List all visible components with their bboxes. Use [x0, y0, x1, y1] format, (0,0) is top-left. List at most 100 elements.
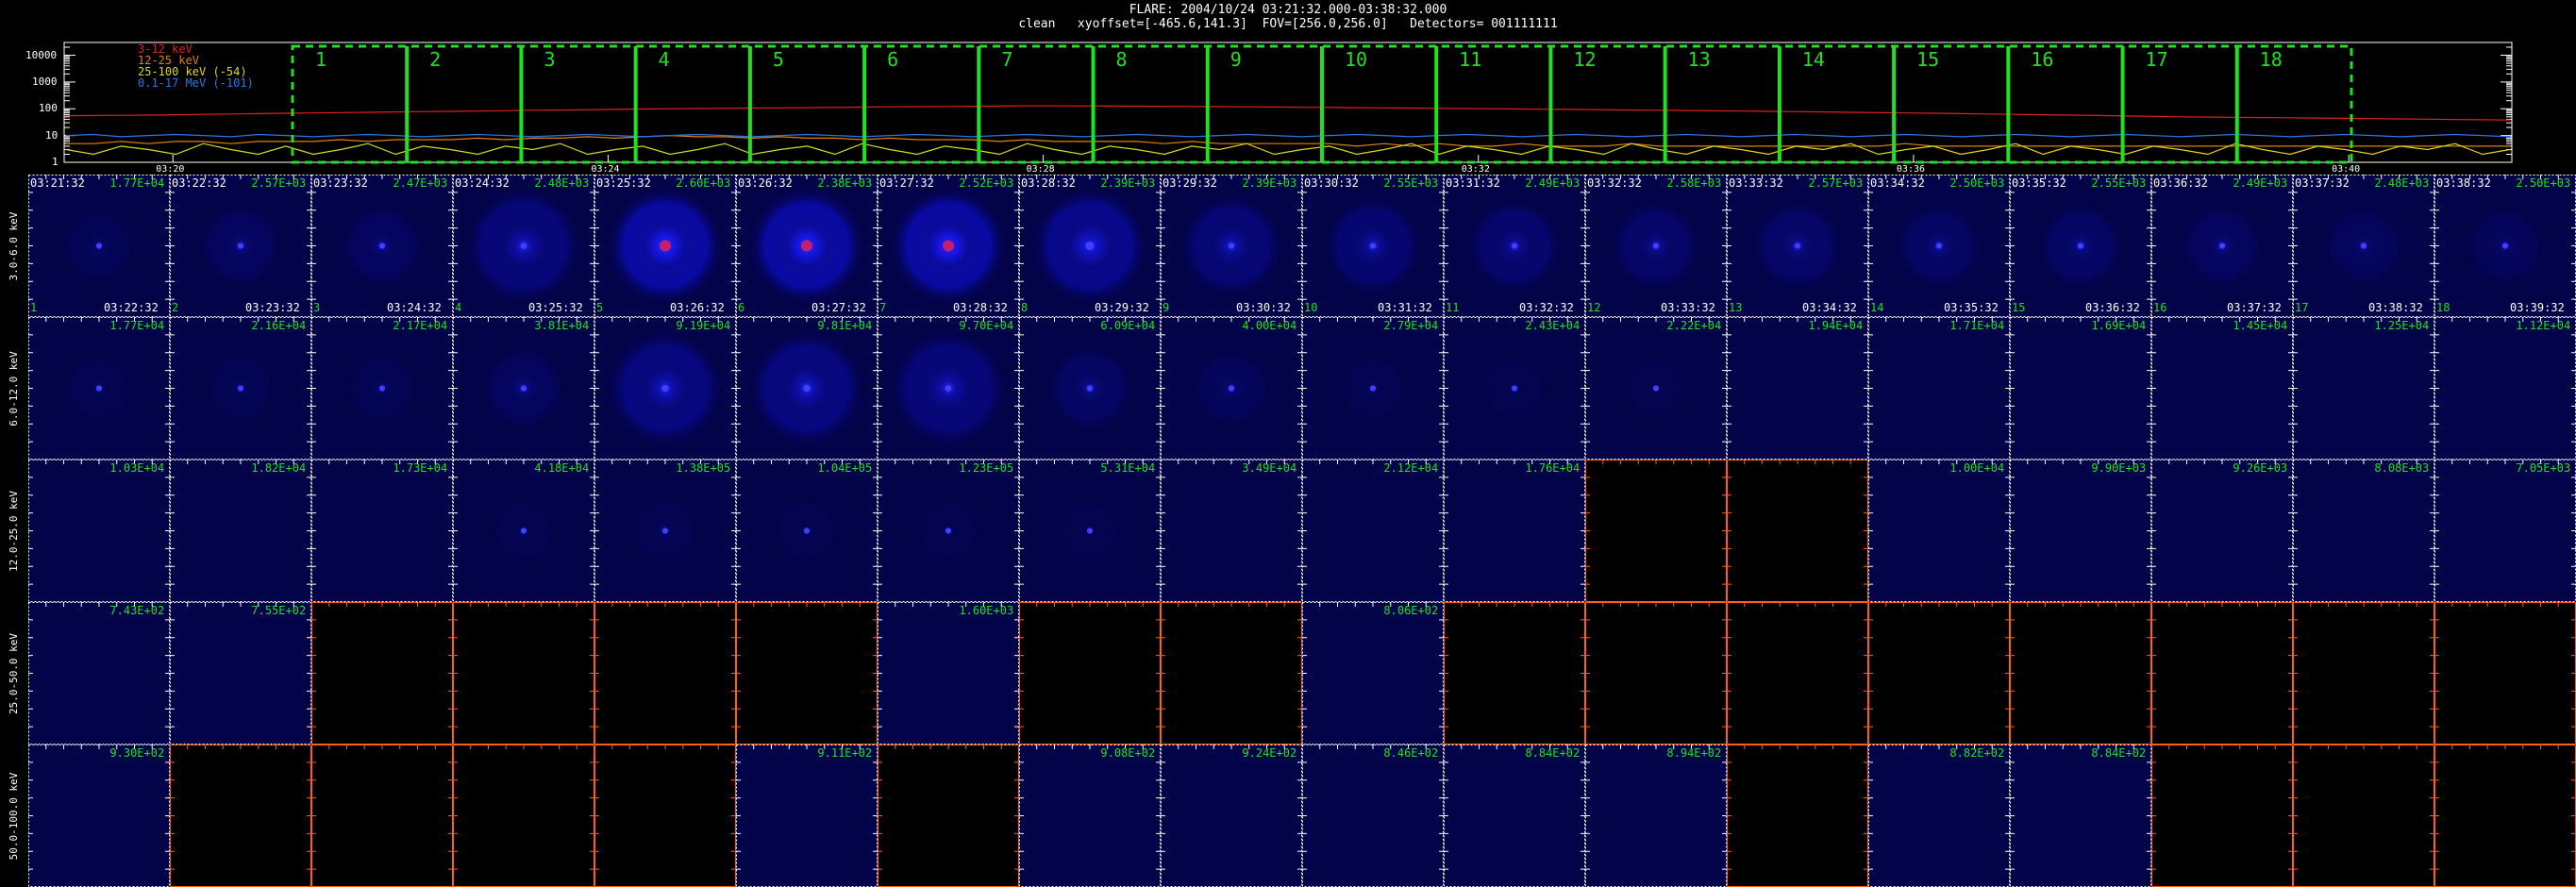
cell-max-value: 9.81E+04 — [817, 319, 873, 332]
image-cell — [2151, 745, 2293, 887]
image-cell — [1868, 602, 2010, 745]
source-core — [1229, 243, 1234, 249]
cell-max-value: 1.77E+04 — [109, 319, 165, 332]
cell-interval-number: 17 — [2295, 301, 2309, 314]
cell-max-value: 4.18E+04 — [534, 461, 590, 475]
cell-max-value: 1.04E+05 — [817, 461, 873, 475]
image-cell — [311, 460, 453, 602]
source-core — [1653, 385, 1659, 392]
source-core — [660, 240, 671, 252]
image-cell — [594, 745, 736, 887]
source-core — [379, 243, 385, 249]
cell-max-value: 4.00E+04 — [1242, 319, 1297, 332]
cell-start-time: 03:25:32 — [596, 176, 651, 190]
source-core — [661, 384, 669, 393]
image-cell — [170, 745, 311, 887]
source-core — [945, 385, 952, 392]
image-cell — [170, 460, 311, 602]
image-cell — [1161, 460, 1302, 602]
cell-max-value: 9.11E+02 — [817, 746, 873, 760]
image-cell — [2434, 460, 2576, 602]
cell-max-value: 2.48E+03 — [2374, 176, 2430, 190]
cell-end-time: 03:39:32 — [2510, 301, 2565, 314]
image-cell — [1585, 745, 1727, 887]
cell-max-value: 3.81E+04 — [534, 319, 590, 332]
image-cell — [1868, 317, 2010, 460]
cell-interval-number: 18 — [2436, 301, 2451, 314]
cell-end-time: 03:38:32 — [2368, 301, 2423, 314]
source-core — [1370, 243, 1376, 249]
cell-end-time: 03:26:32 — [670, 301, 725, 314]
cell-interval-number: 6 — [738, 301, 745, 314]
cell-max-value: 1.03E+04 — [109, 461, 165, 475]
cell-max-value: 1.82E+04 — [251, 461, 307, 475]
cell-interval-number: 7 — [879, 301, 887, 314]
cell-interval-number: 8 — [1021, 301, 1029, 314]
image-cell — [1302, 460, 1444, 602]
cell-max-value: 3.49E+04 — [1242, 461, 1297, 475]
cell-max-value: 2.60E+03 — [676, 176, 731, 190]
source-core — [1512, 243, 1517, 249]
cell-max-value: 6.09E+04 — [1100, 319, 1156, 332]
cell-max-value: 8.84E+02 — [1525, 746, 1581, 760]
image-cell — [878, 602, 1019, 745]
cell-start-time: 03:28:32 — [1021, 176, 1076, 190]
cell-start-time: 03:35:32 — [2012, 176, 2066, 190]
cell-start-time: 03:31:32 — [1446, 176, 1500, 190]
source-core — [521, 385, 527, 392]
cell-start-time: 03:34:32 — [1870, 176, 1925, 190]
source-core — [2361, 243, 2367, 249]
source-core — [2502, 243, 2508, 249]
cell-max-value: 9.26E+03 — [2233, 461, 2288, 475]
source-core — [96, 385, 102, 392]
cell-start-time: 03:37:32 — [2295, 176, 2350, 190]
image-cell — [2010, 602, 2151, 745]
cell-end-time: 03:37:32 — [2227, 301, 2282, 314]
cell-max-value: 2.49E+03 — [1525, 176, 1581, 190]
cell-max-value: 2.55E+03 — [2091, 176, 2147, 190]
cell-max-value: 1.25E+04 — [2374, 319, 2430, 332]
cell-start-time: 03:23:32 — [313, 176, 368, 190]
cell-max-value: 9.19E+04 — [676, 319, 731, 332]
cell-max-value: 2.39E+03 — [1242, 176, 1297, 190]
cell-interval-number: 4 — [455, 301, 462, 314]
source-core — [945, 527, 951, 534]
cell-end-time: 03:27:32 — [811, 301, 866, 314]
cell-interval-number: 13 — [1729, 301, 1743, 314]
cell-max-value: 5.31E+04 — [1100, 461, 1156, 475]
cell-interval-number: 10 — [1304, 301, 1318, 314]
image-cell — [2293, 745, 2434, 887]
image-cell — [736, 745, 878, 887]
cell-end-time: 03:31:32 — [1378, 301, 1432, 314]
cell-end-time: 03:24:32 — [387, 301, 442, 314]
cell-max-value: 1.00E+04 — [1949, 461, 2005, 475]
cell-max-value: 1.73E+04 — [393, 461, 448, 475]
image-cell — [453, 745, 594, 887]
image-cell — [1161, 602, 1302, 745]
image-cell — [28, 745, 170, 887]
cell-max-value: 2.12E+04 — [1383, 461, 1439, 475]
source-core — [662, 527, 668, 534]
source-core — [2219, 243, 2225, 249]
cell-end-time: 03:35:32 — [1944, 301, 1999, 314]
energy-band-label: 12.0-25.0 keV — [8, 490, 20, 572]
cell-start-time: 03:22:32 — [172, 176, 226, 190]
cell-max-value: 1.77E+04 — [109, 176, 165, 190]
cell-interval-number: 14 — [1870, 301, 1884, 314]
source-core — [943, 240, 954, 252]
image-cell — [2151, 602, 2293, 745]
source-core — [804, 527, 810, 534]
image-cell — [1868, 745, 2010, 887]
image-cell — [28, 460, 170, 602]
image-cell — [1727, 317, 1868, 460]
cell-max-value: 8.82E+02 — [1949, 746, 2005, 760]
source-core — [521, 527, 527, 534]
cell-max-value: 2.48E+03 — [534, 176, 590, 190]
cell-max-value: 1.23E+05 — [959, 461, 1014, 475]
image-cell — [2010, 460, 2151, 602]
source-core — [1936, 243, 1942, 249]
cell-max-value: 7.55E+02 — [251, 604, 307, 617]
cell-max-value: 7.05E+03 — [2516, 461, 2571, 475]
cell-max-value: 1.60E+03 — [959, 604, 1014, 617]
cell-interval-number: 2 — [172, 301, 179, 314]
